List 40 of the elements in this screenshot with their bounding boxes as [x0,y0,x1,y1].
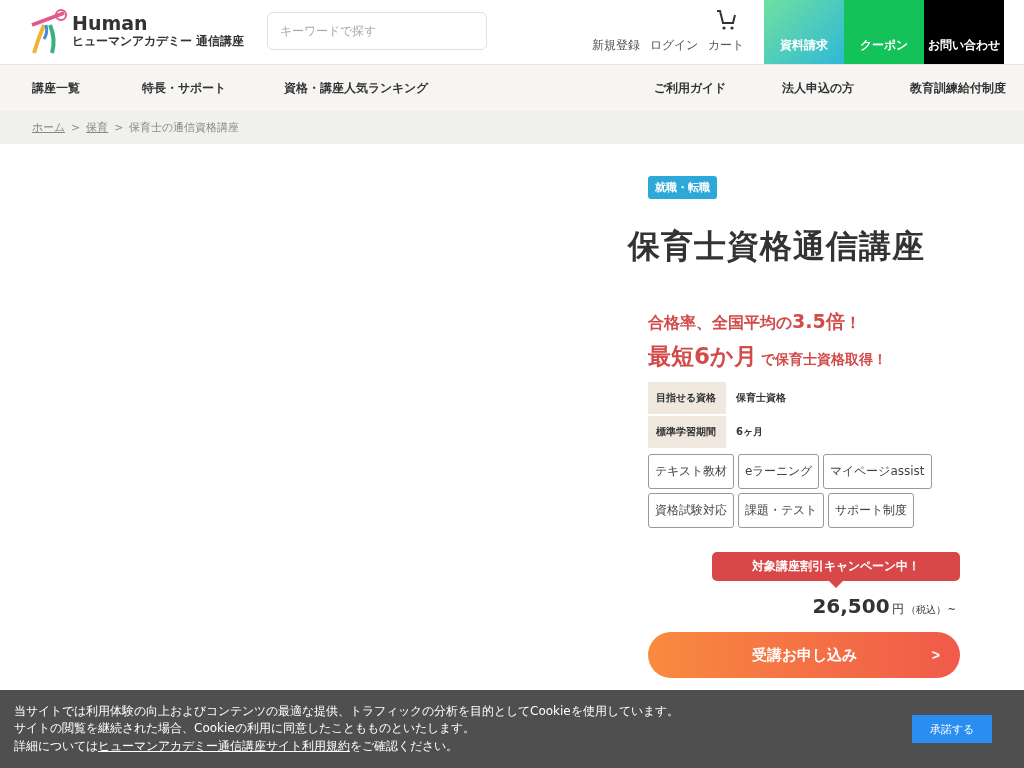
category-tag: 就職・転職 [648,176,717,199]
breadcrumb-separator: > [114,121,124,134]
info-value: 保育士資格 [735,391,786,405]
info-label: 標準学習期間 [648,416,726,448]
breadcrumb-current: 保育士の通信資格講座 [129,120,240,135]
feature-chip: 課題・テスト [738,493,824,528]
logo-figure-icon [30,9,68,55]
nav-item[interactable]: 資格・講座人気ランキング [284,80,428,96]
feature-chip: マイページassist [823,454,932,489]
nav-item[interactable]: 教育訓練給付制度 [910,80,1006,96]
cart-link[interactable]: カート [708,9,744,54]
search-field[interactable]: キーワードで探す [267,12,487,50]
course-title: 保育士資格通信講座 [628,226,926,267]
contact-button[interactable]: お問い合わせ [924,0,1004,64]
logo-wordmark: Human [72,14,149,33]
nav-item[interactable]: 法人申込の方 [782,80,910,96]
campaign-callout: 対象講座割引キャンペーン中！ [712,552,960,588]
feature-chip: 資格試験対応 [648,493,734,528]
logo-subtitle: ヒューマンアカデミー 通信講座 [72,33,245,50]
feature-chip: eラーニング [738,454,820,489]
nav-item[interactable]: 講座一覧 [32,80,142,96]
price-amount: 26,500 [812,594,890,618]
terms-link[interactable]: ヒューマンアカデミー通信講座サイト利用規約 [98,738,350,753]
header-link[interactable]: 新規登録 [592,37,640,54]
feature-chip: サポート制度 [828,493,914,528]
tax-note: （税込） [905,603,946,617]
breadcrumb-separator: > [71,121,81,134]
duration-subline: で保育士資格取得！ [761,351,887,369]
header-link[interactable]: ログイン [650,37,698,54]
info-value: 6ヶ月 [735,425,763,439]
price-tilde: ~ [947,604,956,615]
cart-icon[interactable] [716,9,736,31]
info-label: 目指せる資格 [648,382,726,414]
pass-rate-headline: 合格率、全国平均の3.5倍！ [648,309,862,334]
feature-chip: テキスト教材 [648,454,734,489]
duration-headline: 最短6か月 [648,342,757,371]
nav-item[interactable]: 特長・サポート [142,80,284,96]
price-currency: 円 [891,601,904,618]
nav-item[interactable]: ご利用ガイド [654,80,782,96]
cookie-notice: 当サイトでは利用体験の向上およびコンテンツの最適な提供、トラフィックの分析を目的としてCookieを使用しています。 サイトの閲覧を継続された場合、Cookieの利用に同意したこともものといたします。 詳細については ヒューマンアカデミー通信講座サイト利用規約をご確認ください。 [14,702,679,755]
